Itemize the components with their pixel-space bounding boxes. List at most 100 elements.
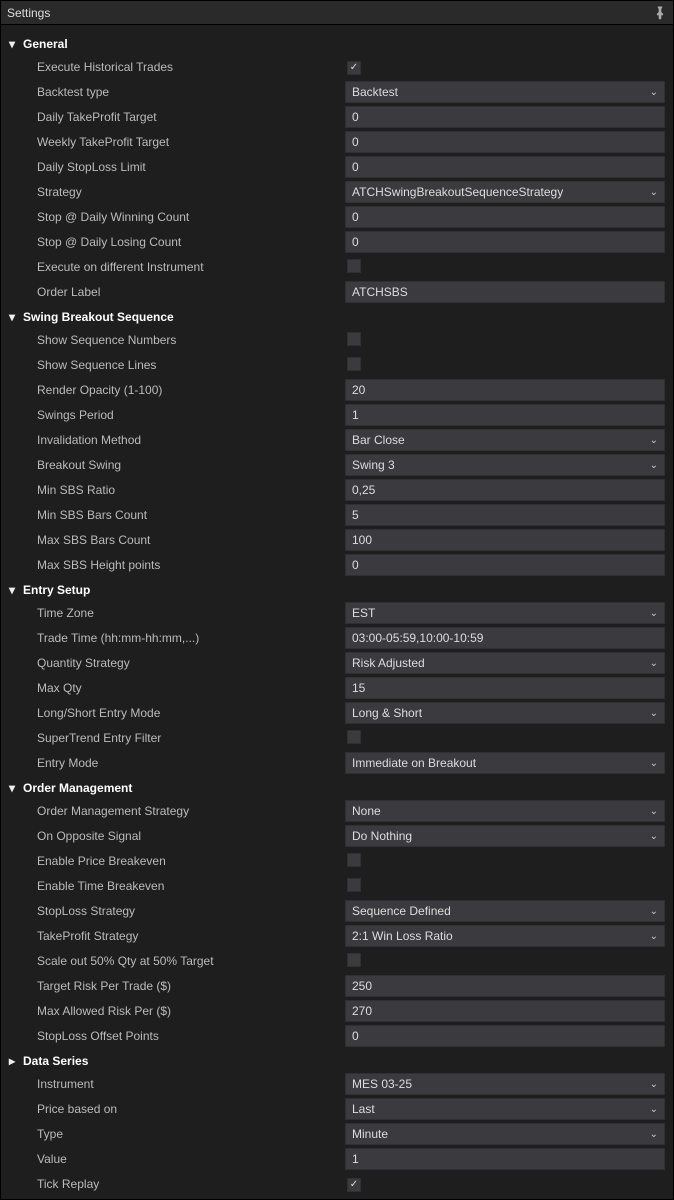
select-oms[interactable]: None ⌄ [345,800,665,822]
input-render-opacity[interactable] [345,379,665,401]
input-daily-tp-target[interactable] [345,106,665,128]
select-qty-strategy[interactable]: Risk Adjusted ⌄ [345,652,665,674]
row-supertrend-filter: SuperTrend Entry Filter [5,726,669,750]
select-long-short[interactable]: Long & Short ⌄ [345,702,665,724]
input-max-qty[interactable] [345,677,665,699]
label: Enable Price Breakeven [5,854,345,868]
label: Max Qty [5,681,345,695]
label: Backtest type [5,85,345,99]
chevron-down-icon: ⌄ [646,931,658,942]
select-entry-mode[interactable]: Immediate on Breakout ⌄ [345,752,665,774]
row-show-seq-numbers: Show Sequence Numbers [5,328,669,352]
label: Max SBS Bars Count [5,533,345,547]
input-trade-time[interactable] [345,627,665,649]
input-max-sbs-height[interactable] [345,554,665,576]
row-show-seq-lines: Show Sequence Lines [5,353,669,377]
select-sl-strategy[interactable]: Sequence Defined ⌄ [345,900,665,922]
row-stop-daily-lose: Stop @ Daily Losing Count [5,230,669,254]
input-weekly-tp-target[interactable] [345,131,665,153]
row-swings-period: Swings Period [5,403,669,427]
checkbox-supertrend-filter[interactable] [347,730,361,744]
select-price-based-on[interactable]: Last ⌄ [345,1098,665,1120]
pin-icon[interactable] [653,6,667,20]
select-invalidation-method[interactable]: Bar Close ⌄ [345,429,665,451]
input-min-sbs-bars[interactable] [345,504,665,526]
row-type: Type Minute ⌄ [5,1122,669,1146]
section-data-series[interactable]: Data Series [5,1050,669,1072]
row-oms: Order Management Strategy None ⌄ [5,799,669,823]
row-target-risk: Target Risk Per Trade ($) [5,974,669,998]
row-stop-daily-win: Stop @ Daily Winning Count [5,205,669,229]
chevron-down-icon: ⌄ [646,608,658,619]
input-stop-daily-lose[interactable] [345,231,665,253]
row-order-label: Order Label [5,280,669,304]
checkbox-execute-historical-trades[interactable] [347,61,361,75]
select-breakout-swing[interactable]: Swing 3 ⌄ [345,454,665,476]
row-sl-offset: StopLoss Offset Points [5,1024,669,1048]
input-value[interactable] [345,1148,665,1170]
checkbox-exec-diff-instrument[interactable] [347,259,361,273]
chevron-down-icon: ⌄ [646,806,658,817]
checkbox-show-seq-lines[interactable] [347,357,361,371]
section-title: Data Series [23,1054,88,1068]
row-trade-time: Trade Time (hh:mm-hh:mm,...) [5,626,669,650]
chevron-down-icon: ⌄ [646,1079,658,1090]
row-qty-strategy: Quantity Strategy Risk Adjusted ⌄ [5,651,669,675]
row-max-allowed-risk: Max Allowed Risk Per ($) [5,999,669,1023]
section-entry[interactable]: Entry Setup [5,579,669,601]
section-sbs[interactable]: Swing Breakout Sequence [5,306,669,328]
chevron-down-icon: ⌄ [646,658,658,669]
label: Breakout Swing [5,458,345,472]
chevron-down-icon: ⌄ [646,708,658,719]
section-general[interactable]: General [5,33,669,55]
row-time-zone: Time Zone EST ⌄ [5,601,669,625]
input-min-sbs-ratio[interactable] [345,479,665,501]
select-backtest-type[interactable]: Backtest ⌄ [345,81,665,103]
input-target-risk[interactable] [345,975,665,997]
label: Enable Time Breakeven [5,879,345,893]
chevron-down-icon: ⌄ [646,460,658,471]
row-weekly-tp-target: Weekly TakeProfit Target [5,130,669,154]
label: Trade Time (hh:mm-hh:mm,...) [5,631,345,645]
label: Order Label [5,285,345,299]
select-tp-strategy[interactable]: 2:1 Win Loss Ratio ⌄ [345,925,665,947]
input-sl-offset[interactable] [345,1025,665,1047]
chevron-down-icon [7,583,17,597]
row-price-based-on: Price based on Last ⌄ [5,1097,669,1121]
input-swings-period[interactable] [345,404,665,426]
chevron-down-icon [7,781,17,795]
chevron-down-icon [7,37,17,51]
checkbox-enable-time-be[interactable] [347,878,361,892]
select-time-zone[interactable]: EST ⌄ [345,602,665,624]
row-enable-time-be: Enable Time Breakeven [5,874,669,898]
section-title: General [23,37,68,51]
row-strategy: Strategy ATCHSwingBreakoutSequenceStrate… [5,180,669,204]
label: Quantity Strategy [5,656,345,670]
input-order-label[interactable] [345,281,665,303]
row-instrument: Instrument MES 03-25 ⌄ [5,1072,669,1096]
label: Min SBS Bars Count [5,508,345,522]
row-daily-tp-target: Daily TakeProfit Target [5,105,669,129]
label: Instrument [5,1077,345,1091]
input-max-sbs-bars[interactable] [345,529,665,551]
checkbox-enable-price-be[interactable] [347,853,361,867]
row-value: Value [5,1147,669,1171]
label: TakeProfit Strategy [5,929,345,943]
chevron-down-icon: ⌄ [646,831,658,842]
section-order-mgmt[interactable]: Order Management [5,777,669,799]
input-daily-sl-limit[interactable] [345,156,665,178]
select-opposite-signal[interactable]: Do Nothing ⌄ [345,825,665,847]
row-enable-price-be: Enable Price Breakeven [5,849,669,873]
label: Weekly TakeProfit Target [5,135,345,149]
label: Execute Historical Trades [5,60,345,74]
select-instrument[interactable]: MES 03-25 ⌄ [345,1073,665,1095]
checkbox-show-seq-numbers[interactable] [347,332,361,346]
checkbox-tick-replay[interactable] [347,1178,361,1192]
checkbox-scale-out[interactable] [347,953,361,967]
select-strategy[interactable]: ATCHSwingBreakoutSequenceStrategy ⌄ [345,181,665,203]
input-stop-daily-win[interactable] [345,206,665,228]
label: Type [5,1127,345,1141]
input-max-allowed-risk[interactable] [345,1000,665,1022]
select-type[interactable]: Minute ⌄ [345,1123,665,1145]
chevron-down-icon: ⌄ [646,187,658,198]
